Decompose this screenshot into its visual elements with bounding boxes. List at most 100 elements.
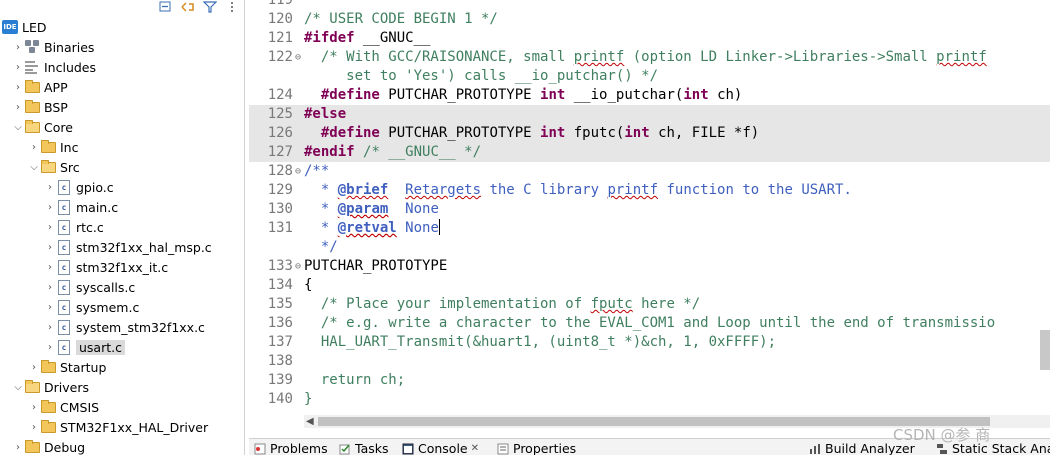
- fold-collapse-icon[interactable]: ⊖: [293, 48, 303, 67]
- expand-chevron-right-icon[interactable]: ›: [44, 177, 56, 197]
- line-number: 136: [267, 315, 293, 331]
- tree-item-led[interactable]: ⌵IDELED: [0, 17, 244, 37]
- code-line[interactable]: 134 {: [249, 276, 1050, 295]
- tasks-icon: [339, 443, 351, 455]
- fold-collapse-icon[interactable]: ⊖: [293, 162, 303, 181]
- expand-chevron-right-icon[interactable]: ›: [12, 57, 24, 77]
- tree-item-stm32f1xx-hal-msp-c[interactable]: › c stm32f1xx_hal_msp.c: [0, 237, 244, 257]
- code-line[interactable]: 125 #else: [249, 105, 1050, 124]
- expand-chevron-right-icon[interactable]: ›: [28, 417, 40, 437]
- tree-item-bsp[interactable]: › BSP: [0, 97, 244, 117]
- line-number: 121: [267, 30, 293, 46]
- expand-chevron-right-icon[interactable]: ›: [44, 217, 56, 237]
- code-line[interactable]: 124 #define PUTCHAR_PROTOTYPE int __io_p…: [249, 86, 1050, 105]
- code-line[interactable]: 130 * @param None: [249, 200, 1050, 219]
- tree-item-main-c[interactable]: › c main.c: [0, 197, 244, 217]
- code-line[interactable]: 139 return ch;: [249, 371, 1050, 390]
- expand-chevron-right-icon[interactable]: ›: [44, 197, 56, 217]
- expand-chevron-right-icon[interactable]: ›: [28, 397, 40, 417]
- expand-chevron-right-icon[interactable]: ›: [44, 257, 56, 277]
- code-text: #endif /* __GNUC__ */: [304, 144, 482, 160]
- code-line[interactable]: 138: [249, 352, 1050, 371]
- code-line[interactable]: 131 * @retval None: [249, 219, 1050, 238]
- tree-item-inc[interactable]: › Inc: [0, 137, 244, 157]
- line-number: 128: [267, 163, 293, 179]
- view-menu-icon[interactable]: [224, 0, 240, 13]
- tree-item-binaries[interactable]: › Binaries: [0, 37, 244, 57]
- code-text: * @retval None: [304, 219, 440, 236]
- expand-chevron-down-icon[interactable]: ⌵: [28, 157, 40, 177]
- expand-chevron-right-icon[interactable]: ›: [44, 317, 56, 337]
- code-line[interactable]: 136 /* e.g. write a character to the EVA…: [249, 314, 1050, 333]
- tree-item-debug[interactable]: › Debug: [0, 437, 244, 455]
- expand-chevron-right-icon[interactable]: ›: [44, 277, 56, 297]
- tab-properties[interactable]: Properties: [497, 441, 576, 455]
- line-number: 130: [267, 201, 293, 217]
- code-line[interactable]: 140}: [249, 390, 1050, 409]
- c-file-icon: c: [56, 239, 72, 255]
- includes-icon: [24, 59, 40, 75]
- line-number: 119: [267, 0, 293, 8]
- tab-problems[interactable]: Problems: [254, 441, 328, 455]
- code-line[interactable]: 127 #endif /* __GNUC__ */: [249, 143, 1050, 162]
- tab-tasks[interactable]: Tasks: [339, 441, 389, 455]
- tree-item-src[interactable]: ⌵ Src: [0, 157, 244, 177]
- code-line[interactable]: 135 /* Place your implementation of fput…: [249, 295, 1050, 314]
- tree-item-core[interactable]: ⌵ Core: [0, 117, 244, 137]
- code-line[interactable]: 122 ⊖ /* With GCC/RAISONANCE, small print…: [249, 48, 1050, 67]
- collapse-all-icon[interactable]: [158, 0, 174, 13]
- vertical-scrollbar-thumb[interactable]: [1040, 330, 1050, 370]
- code-line[interactable]: 126 #define PUTCHAR_PROTOTYPE int fputc(…: [249, 124, 1050, 143]
- code-line[interactable]: 133 ⊖ PUTCHAR_PROTOTYPE: [249, 257, 1050, 276]
- tree-item-cmsis[interactable]: › CMSIS: [0, 397, 244, 417]
- code-text: set to 'Yes') calls __io_putchar() */: [304, 68, 659, 84]
- expand-chevron-right-icon[interactable]: ›: [44, 297, 56, 317]
- expand-chevron-right-icon[interactable]: ›: [12, 97, 24, 117]
- tree-item-stm32f1xx-hal-driver[interactable]: › STM32F1xx_HAL_Driver: [0, 417, 244, 437]
- tree-item-label: Inc: [60, 139, 79, 155]
- tree-item-usart-c[interactable]: › c usart.c: [0, 337, 244, 357]
- tree-item-stm32f1xx-it-c[interactable]: › c stm32f1xx_it.c: [0, 257, 244, 277]
- fold-collapse-icon[interactable]: ⊖: [293, 257, 303, 276]
- code-line[interactable]: */: [249, 238, 1050, 257]
- tree-item-label: Includes: [44, 59, 97, 75]
- code-line[interactable]: 120 /* USER CODE BEGIN 1 */: [249, 10, 1050, 29]
- expand-chevron-right-icon[interactable]: ›: [12, 77, 24, 97]
- expand-chevron-down-icon[interactable]: ⌵: [12, 377, 24, 397]
- code-line[interactable]: 129 * @brief Retargets the C library pri…: [249, 181, 1050, 200]
- line-number: 129: [267, 182, 293, 198]
- folder-icon: [24, 439, 40, 455]
- close-tab-icon[interactable]: ✕: [471, 443, 479, 454]
- tree-item-label: Debug: [44, 439, 86, 455]
- tree-item-system-stm32f1xx-c[interactable]: › c system_stm32f1xx.c: [0, 317, 244, 337]
- code-line[interactable]: set to 'Yes') calls __io_putchar() */: [249, 67, 1050, 86]
- tree-item-drivers[interactable]: ⌵ Drivers: [0, 377, 244, 397]
- expand-chevron-right-icon[interactable]: ›: [12, 437, 24, 455]
- tree-item-sysmem-c[interactable]: › c sysmem.c: [0, 297, 244, 317]
- expand-chevron-down-icon[interactable]: ⌵: [12, 117, 24, 137]
- tree-item-syscalls-c[interactable]: › c syscalls.c: [0, 277, 244, 297]
- tab-console[interactable]: Console ✕: [402, 441, 479, 455]
- expand-chevron-right-icon[interactable]: ›: [12, 37, 24, 57]
- link-with-editor-icon[interactable]: [180, 0, 196, 13]
- tree-item-includes[interactable]: › Includes: [0, 57, 244, 77]
- expand-chevron-right-icon[interactable]: ›: [44, 237, 56, 257]
- folder-icon: [40, 159, 56, 175]
- code-line[interactable]: 137 HAL_UART_Transmit(&huart1, (uint8_t …: [249, 333, 1050, 352]
- tree-item-gpio-c[interactable]: › c gpio.c: [0, 177, 244, 197]
- scroll-left-icon[interactable]: ◀: [306, 415, 314, 428]
- tree-item-rtc-c[interactable]: › c rtc.c: [0, 217, 244, 237]
- horizontal-scrollbar-thumb[interactable]: [318, 417, 990, 426]
- code-line[interactable]: 128 ⊖/**: [249, 162, 1050, 181]
- expand-chevron-right-icon[interactable]: ›: [28, 357, 40, 377]
- expand-chevron-right-icon[interactable]: ›: [28, 137, 40, 157]
- expand-chevron-right-icon[interactable]: ›: [44, 337, 56, 357]
- tree-item-app[interactable]: › APP: [0, 77, 244, 97]
- tree-item-startup[interactable]: › Startup: [0, 357, 244, 377]
- code-line[interactable]: 121 #ifdef __GNUC__: [249, 29, 1050, 48]
- filter-icon[interactable]: [202, 0, 218, 13]
- code-editor[interactable]: 119 120 /* USER CODE BEGIN 1 */ 121 #ifdef _…: [249, 0, 1050, 434]
- tab-label: Problems: [270, 441, 328, 455]
- code-text: /* With GCC/RAISONANCE, small printf (op…: [304, 49, 987, 65]
- code-line[interactable]: 119: [249, 0, 1050, 10]
